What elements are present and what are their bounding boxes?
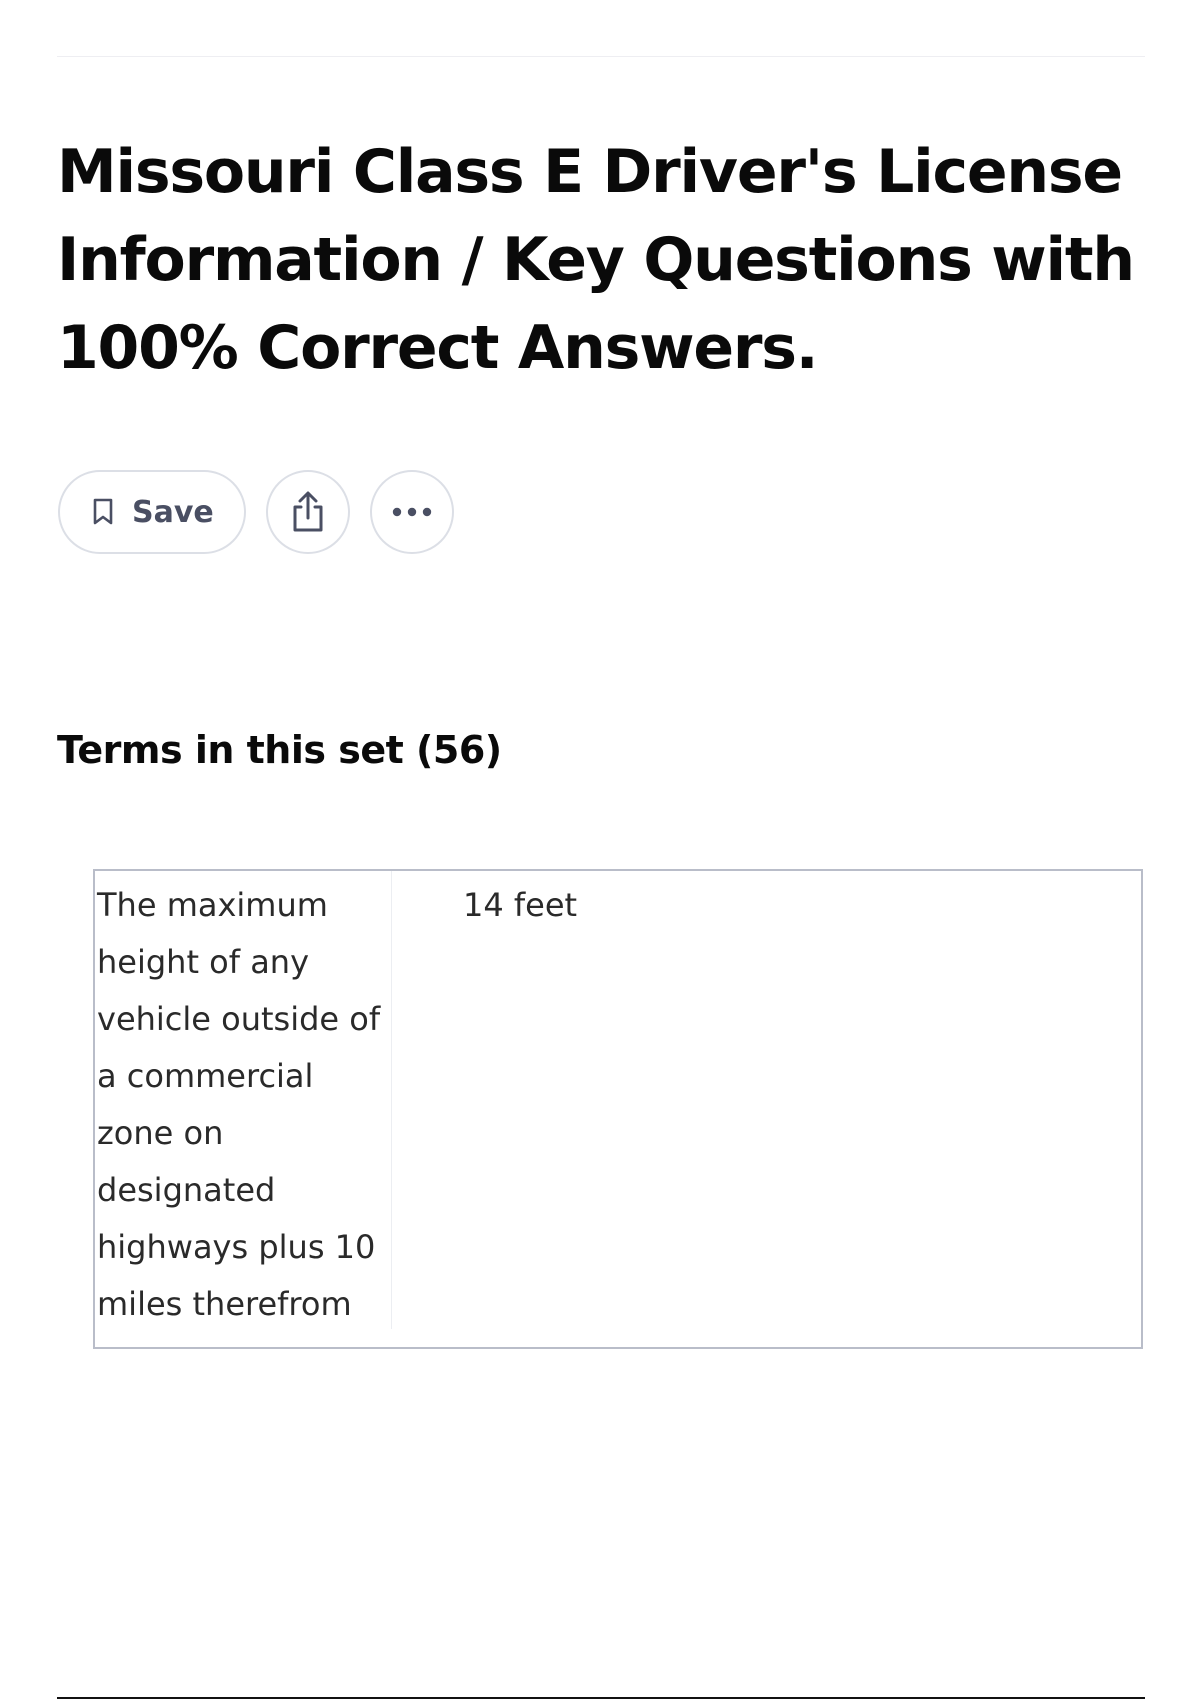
term-card[interactable]: The maximum height of any vehicle outsid… [93, 869, 1143, 1349]
share-icon [288, 490, 328, 534]
more-options-button[interactable] [370, 470, 454, 554]
terms-heading: Terms in this set (56) [57, 728, 502, 772]
bookmark-icon [92, 498, 114, 526]
term-divider [391, 871, 392, 1329]
action-bar: Save [58, 470, 454, 554]
share-button[interactable] [266, 470, 350, 554]
page-title: Missouri Class E Driver's License Inform… [57, 137, 1135, 383]
term-text: The maximum height of any vehicle outsid… [97, 886, 381, 1323]
definition-text: 14 feet [463, 886, 578, 924]
top-divider [57, 56, 1145, 57]
more-horizontal-icon [391, 507, 433, 517]
bottom-divider [57, 1697, 1145, 1699]
save-button[interactable]: Save [58, 470, 246, 554]
save-button-label: Save [132, 494, 214, 530]
